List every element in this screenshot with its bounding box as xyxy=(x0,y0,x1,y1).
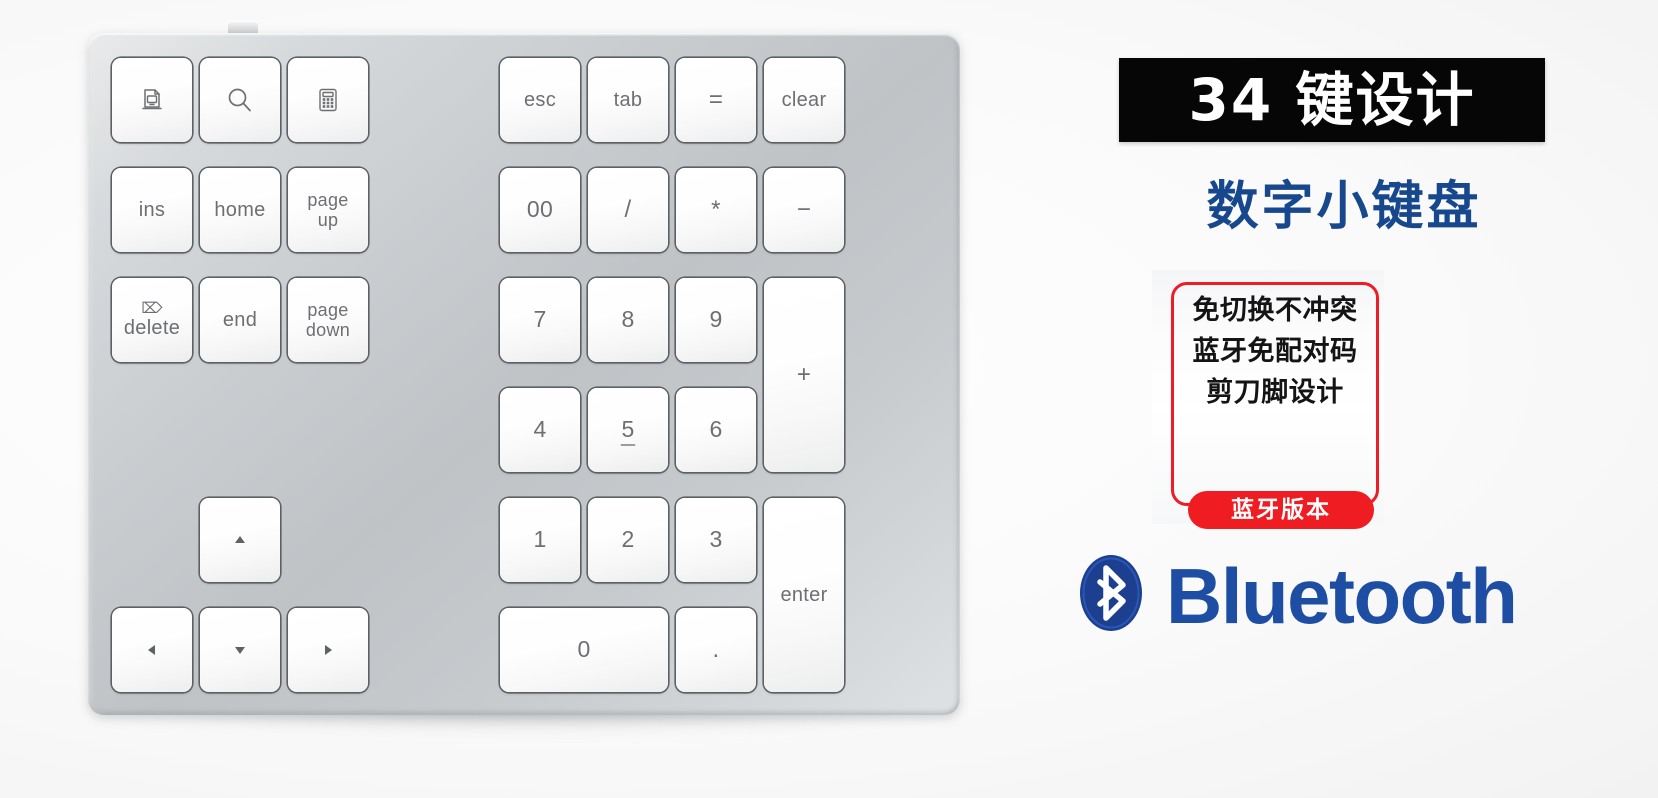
key-screenshot[interactable] xyxy=(112,58,192,142)
key-label: home xyxy=(214,198,266,221)
key-esc[interactable]: esc xyxy=(500,58,580,142)
subheadline-text: 数字小键盘 xyxy=(1206,176,1482,237)
key-page-up[interactable]: page up xyxy=(288,168,368,252)
delete-icon: ⌦ xyxy=(141,299,163,317)
headline-text: 34 键设计 xyxy=(1188,66,1476,134)
key-label: 2 xyxy=(621,526,635,553)
key-label: 9 xyxy=(709,306,723,333)
arrow-right-icon xyxy=(319,641,337,659)
key-num-3[interactable]: 3 xyxy=(676,498,756,582)
key-divide[interactable]: / xyxy=(588,168,668,252)
arrow-up-icon xyxy=(231,531,249,549)
key-end[interactable]: end xyxy=(200,278,280,362)
key-label: 8 xyxy=(621,306,635,333)
key-arrow-left[interactable] xyxy=(112,608,192,692)
key-arrow-down[interactable] xyxy=(200,608,280,692)
key-label: delete xyxy=(123,316,181,339)
calculator-icon xyxy=(316,87,340,113)
delete-key-content: ⌦ delete xyxy=(124,301,180,339)
magnifier-icon xyxy=(225,85,255,115)
key-arrow-up[interactable] xyxy=(200,498,280,582)
numeric-keypad-product-photo: ins home page up ⌦ delete end page down esc tab =… xyxy=(0,0,1030,798)
headline-banner: 34 键设计 xyxy=(1119,58,1545,142)
key-label: 00 xyxy=(526,196,554,223)
version-badge: 蓝牙版本 xyxy=(1188,491,1374,529)
key-num-6[interactable]: 6 xyxy=(676,388,756,472)
version-badge-label: 蓝牙版本 xyxy=(1231,496,1331,523)
key-num-0[interactable]: 0 xyxy=(500,608,668,692)
key-label: clear xyxy=(781,88,827,111)
key-page-down[interactable]: page down xyxy=(288,278,368,362)
home-row-marker xyxy=(620,444,636,446)
key-label: + xyxy=(796,360,812,388)
key-home[interactable]: home xyxy=(200,168,280,252)
key-label: tab xyxy=(613,88,643,111)
key-calculator[interactable] xyxy=(288,58,368,142)
key-label: = xyxy=(708,85,724,113)
key-label: 7 xyxy=(533,306,547,333)
key-label: 5 xyxy=(621,416,635,443)
key-arrow-right[interactable] xyxy=(288,608,368,692)
key-label: enter xyxy=(780,583,828,606)
keyboard-key-grid: ins home page up ⌦ delete end page down esc tab =… xyxy=(88,33,960,715)
marketing-panel: 34 键设计 数字小键盘 免切换不冲突 蓝牙免配对码 剪刀脚设计 蓝牙版本 Blue… xyxy=(1030,0,1658,798)
key-delete[interactable]: ⌦ delete xyxy=(112,278,192,362)
key-num-4[interactable]: 4 xyxy=(500,388,580,472)
screenshot-icon xyxy=(139,87,165,113)
key-label: 3 xyxy=(709,526,723,553)
key-multiply[interactable]: * xyxy=(676,168,756,252)
feature-line: 蓝牙免配对码 xyxy=(1192,336,1358,368)
feature-list: 免切换不冲突 蓝牙免配对码 剪刀脚设计 xyxy=(1171,295,1379,409)
key-label: 1 xyxy=(533,526,547,553)
key-label: / xyxy=(624,195,632,223)
key-label: esc xyxy=(523,88,557,111)
key-label: ins xyxy=(138,198,166,221)
key-equals[interactable]: = xyxy=(676,58,756,142)
key-clear[interactable]: clear xyxy=(764,58,844,142)
key-search[interactable] xyxy=(200,58,280,142)
key-label: 0 xyxy=(577,636,591,663)
feature-line: 剪刀脚设计 xyxy=(1206,377,1344,409)
key-num-8[interactable]: 8 xyxy=(588,278,668,362)
key-num-2[interactable]: 2 xyxy=(588,498,668,582)
key-double-zero[interactable]: 00 xyxy=(500,168,580,252)
key-label: page down xyxy=(305,299,351,340)
key-label: * xyxy=(711,195,721,223)
key-label: 4 xyxy=(533,416,547,443)
key-plus[interactable]: + xyxy=(764,278,844,472)
key-label: 6 xyxy=(709,416,723,443)
key-enter[interactable]: enter xyxy=(764,498,844,692)
key-ins[interactable]: ins xyxy=(112,168,192,252)
key-minus[interactable]: − xyxy=(764,168,844,252)
key-label: end xyxy=(222,308,258,331)
bluetooth-icon xyxy=(1076,552,1146,639)
feature-line: 免切换不冲突 xyxy=(1192,295,1358,326)
key-num-7[interactable]: 7 xyxy=(500,278,580,362)
key-num-9[interactable]: 9 xyxy=(676,278,756,362)
key-label: page up xyxy=(307,189,349,230)
key-tab[interactable]: tab xyxy=(588,58,668,142)
key-num-5[interactable]: 5 xyxy=(588,388,668,472)
key-num-1[interactable]: 1 xyxy=(500,498,580,582)
arrow-down-icon xyxy=(231,641,249,659)
key-label: − xyxy=(796,195,812,223)
bluetooth-lockup: Bluetooth xyxy=(1076,551,1518,640)
key-decimal[interactable]: . xyxy=(676,608,756,692)
key-label: . xyxy=(712,635,720,663)
arrow-left-icon xyxy=(143,641,161,659)
bluetooth-wordmark: Bluetooth xyxy=(1166,551,1518,640)
